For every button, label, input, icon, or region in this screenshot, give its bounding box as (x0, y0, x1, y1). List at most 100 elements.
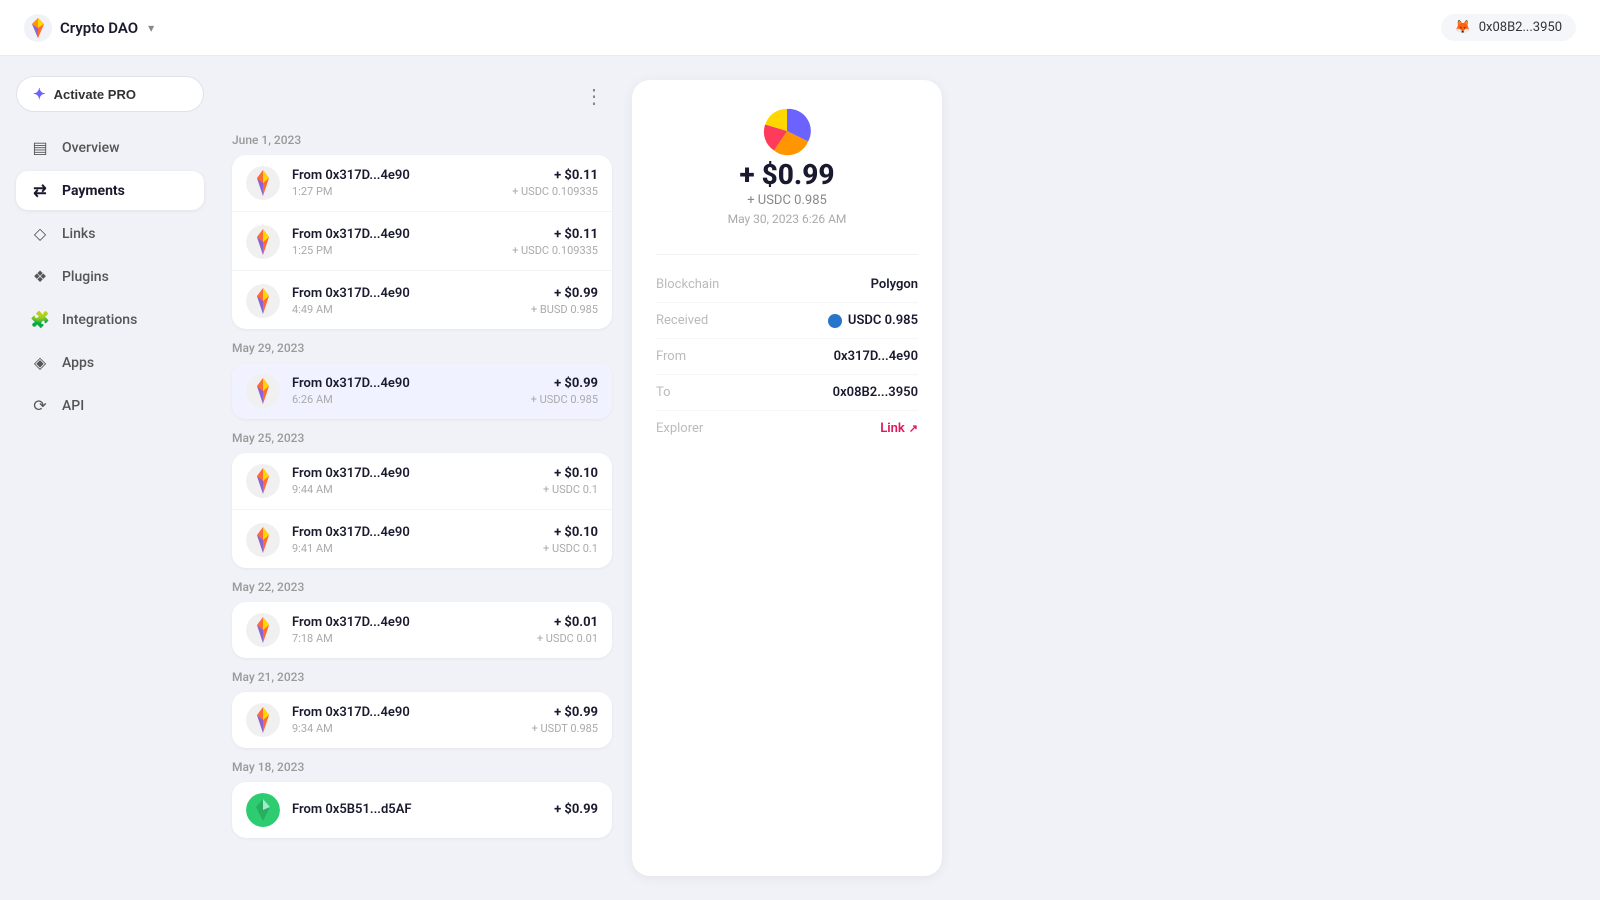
activate-pro-label: Activate PRO (54, 87, 136, 102)
sidebar-item-plugins[interactable]: ❖ Plugins (16, 257, 204, 296)
sidebar-item-overview[interactable]: ▤ Overview (16, 128, 204, 167)
explorer-link-button[interactable]: Link ↗ (880, 421, 918, 436)
detail-key-received: Received (656, 313, 708, 328)
sidebar-item-api[interactable]: ⟳ API (16, 386, 204, 425)
date-label-june1: June 1, 2023 (232, 133, 612, 147)
sidebar-item-links[interactable]: ◇ Links (16, 214, 204, 253)
payment-usd: + $0.01 (537, 615, 598, 630)
detail-val-to: 0x08B2...3950 (833, 385, 918, 400)
detail-key-explorer: Explorer (656, 421, 703, 436)
payment-token: + USDC 0.985 (531, 393, 598, 406)
payment-usd: + $0.11 (512, 227, 598, 242)
payment-usd: + $0.11 (512, 168, 598, 183)
sidebar-item-label-links: Links (62, 226, 95, 242)
wallet-emoji-icon: 🦊 (1455, 20, 1471, 35)
payment-item[interactable]: From 0x5B51...d5AF + $0.99 (232, 782, 612, 838)
payment-item[interactable]: From 0x317D...4e90 4:49 AM + $0.99 + BUS… (232, 273, 612, 329)
payment-info: From 0x317D...4e90 9:34 AM (292, 705, 520, 735)
date-label-may18: May 18, 2023 (232, 760, 612, 774)
payment-item[interactable]: From 0x317D...4e90 9:44 AM + $0.10 + USD… (232, 453, 612, 510)
sidebar-item-label-payments: Payments (62, 183, 125, 199)
payment-amount: + $0.11 + USDC 0.109335 (512, 227, 598, 257)
activate-pro-button[interactable]: ✦ Activate PRO (16, 76, 204, 112)
payment-amount: + $0.01 + USDC 0.01 (537, 615, 598, 645)
external-link-icon: ↗ (909, 422, 918, 435)
sidebar-item-integrations[interactable]: 🧩 Integrations (16, 300, 204, 339)
date-label-may22: May 22, 2023 (232, 580, 612, 594)
payment-amount: + $0.99 (554, 802, 598, 819)
detail-row-to: To 0x08B2...3950 (656, 375, 918, 411)
app-logo (24, 14, 52, 42)
payment-usd: + $0.99 (532, 705, 598, 720)
sidebar-item-label-overview: Overview (62, 140, 119, 156)
more-options-button[interactable]: ⋮ (576, 80, 612, 113)
detail-token: + USDC 0.985 (747, 193, 827, 208)
payment-from: From 0x317D...4e90 (292, 615, 525, 630)
sidebar-item-apps[interactable]: ◈ Apps (16, 343, 204, 382)
explorer-link-label: Link (880, 421, 905, 436)
payment-info: From 0x317D...4e90 1:27 PM (292, 168, 500, 198)
payment-token: + BUSD 0.985 (531, 303, 598, 316)
date-label-may29: May 29, 2023 (232, 341, 612, 355)
avatar (246, 374, 280, 408)
payment-group-june1: From 0x317D...4e90 1:27 PM + $0.11 + USD… (232, 155, 612, 329)
payment-info: From 0x317D...4e90 6:26 AM (292, 376, 519, 406)
payment-time: 7:18 AM (292, 632, 525, 645)
avatar (246, 793, 280, 827)
pie-chart-icon (760, 104, 814, 158)
avatar (246, 613, 280, 647)
detail-key-from: From (656, 349, 686, 364)
payment-info: From 0x317D...4e90 7:18 AM (292, 615, 525, 645)
star-icon: ✦ (33, 85, 46, 103)
sidebar-item-payments[interactable]: ⇄ Payments (16, 171, 204, 210)
date-label-may25: May 25, 2023 (232, 431, 612, 445)
payment-token: + USDC 0.1 (543, 542, 598, 555)
topbar: Crypto DAO ▾ 🦊 0x08B2...3950 (0, 0, 1600, 56)
avatar (246, 284, 280, 318)
payment-from: From 0x317D...4e90 (292, 376, 519, 391)
payments-icon: ⇄ (30, 181, 50, 200)
payment-from: From 0x317D...4e90 (292, 286, 519, 301)
app-name: Crypto DAO (60, 19, 138, 37)
payment-item[interactable]: From 0x317D...4e90 9:41 AM + $0.10 + USD… (232, 512, 612, 568)
payment-amount: + $0.11 + USDC 0.109335 (512, 168, 598, 198)
payment-time: 1:27 PM (292, 185, 500, 198)
payments-list: ⋮ June 1, 2023 From 0x317D...4e90 1:27 P… (232, 80, 612, 876)
wallet-address-button[interactable]: 🦊 0x08B2...3950 (1441, 14, 1576, 41)
payment-item[interactable]: From 0x317D...4e90 1:25 PM + $0.11 + USD… (232, 214, 612, 271)
payment-info: From 0x317D...4e90 9:44 AM (292, 466, 531, 496)
detail-header: + $0.99 + USDC 0.985 May 30, 2023 6:26 A… (656, 104, 918, 226)
payment-token: + USDT 0.985 (532, 722, 598, 735)
payment-usd: + $0.10 (543, 466, 598, 481)
payment-item[interactable]: From 0x317D...4e90 1:27 PM + $0.11 + USD… (232, 155, 612, 212)
payment-item[interactable]: From 0x317D...4e90 7:18 AM + $0.01 + USD… (232, 602, 612, 658)
avatar (246, 703, 280, 737)
payment-time: 4:49 AM (292, 303, 519, 316)
payment-item[interactable]: From 0x317D...4e90 6:26 AM + $0.99 + USD… (232, 363, 612, 419)
payment-amount: + $0.99 + USDT 0.985 (532, 705, 598, 735)
avatar (246, 166, 280, 200)
detail-row-explorer: Explorer Link ↗ (656, 411, 918, 446)
payment-from: From 0x317D...4e90 (292, 525, 531, 540)
payment-from: From 0x5B51...d5AF (292, 802, 542, 817)
payment-from: From 0x317D...4e90 (292, 466, 531, 481)
received-value: USDC 0.985 (848, 313, 918, 328)
payment-token: + USDC 0.109335 (512, 244, 598, 257)
payment-group-may29: From 0x317D...4e90 6:26 AM + $0.99 + USD… (232, 363, 612, 419)
payment-info: From 0x317D...4e90 4:49 AM (292, 286, 519, 316)
payment-amount: + $0.99 + BUSD 0.985 (531, 286, 598, 316)
payment-group-may21: From 0x317D...4e90 9:34 AM + $0.99 + USD… (232, 692, 612, 748)
avatar (246, 225, 280, 259)
wallet-address-label: 0x08B2...3950 (1479, 20, 1562, 35)
detail-val-received: USDC 0.985 (828, 313, 918, 328)
payment-info: From 0x317D...4e90 1:25 PM (292, 227, 500, 257)
usdc-icon (828, 314, 842, 328)
sidebar-item-label-apps: Apps (62, 355, 94, 371)
payment-item[interactable]: From 0x317D...4e90 9:34 AM + $0.99 + USD… (232, 692, 612, 748)
payment-info: From 0x317D...4e90 9:41 AM (292, 525, 531, 555)
payment-token: + USDC 0.1 (543, 483, 598, 496)
layout: ✦ Activate PRO ▤ Overview ⇄ Payments ◇ L… (0, 56, 1600, 900)
payment-amount: + $0.99 + USDC 0.985 (531, 376, 598, 406)
chevron-down-icon: ▾ (148, 21, 154, 35)
payment-usd: + $0.10 (543, 525, 598, 540)
